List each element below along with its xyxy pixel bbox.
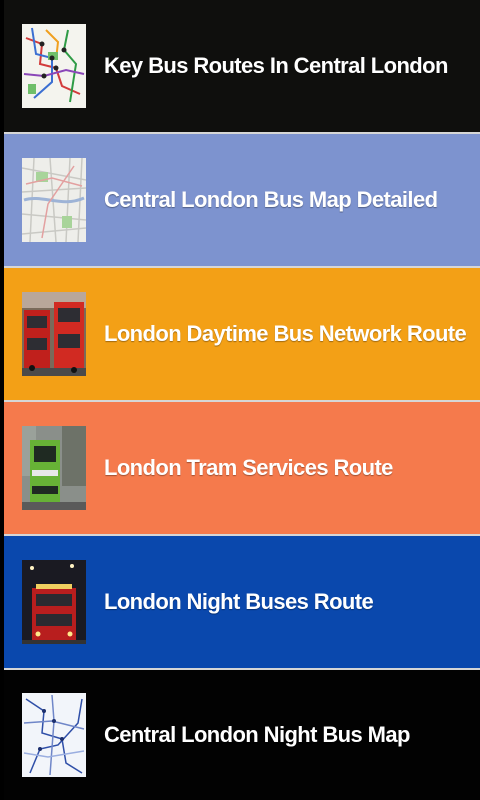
route-list: Key Bus Routes In Central London Central…	[4, 0, 480, 800]
route-item-label: London Daytime Bus Network Route	[104, 321, 467, 346]
route-item-label: London Tram Services Route	[104, 455, 393, 480]
route-item-label: London Night Buses Route	[104, 589, 374, 614]
route-item-label: Key Bus Routes In Central London	[104, 53, 448, 78]
route-item-central-map[interactable]: Central London Bus Map Detailed	[4, 134, 480, 268]
route-item-night-buses[interactable]: London Night Buses Route	[4, 536, 480, 670]
tram-photo	[22, 426, 86, 510]
route-item-daytime-network[interactable]: London Daytime Bus Network Route	[4, 268, 480, 402]
double-decker-buses-photo	[22, 292, 86, 376]
street-map-icon	[22, 158, 86, 242]
app-screen: Key Bus Routes In Central London Central…	[0, 0, 480, 800]
route-item-night-map[interactable]: Central London Night Bus Map	[4, 670, 480, 800]
night-bus-map-icon	[22, 693, 86, 777]
route-item-tram-services[interactable]: London Tram Services Route	[4, 402, 480, 536]
bus-routes-map-icon	[22, 24, 86, 108]
night-bus-photo	[22, 560, 86, 644]
route-item-label: Central London Night Bus Map	[104, 722, 410, 747]
route-item-key-bus-routes[interactable]: Key Bus Routes In Central London	[4, 0, 480, 134]
route-item-label: Central London Bus Map Detailed	[104, 187, 438, 212]
